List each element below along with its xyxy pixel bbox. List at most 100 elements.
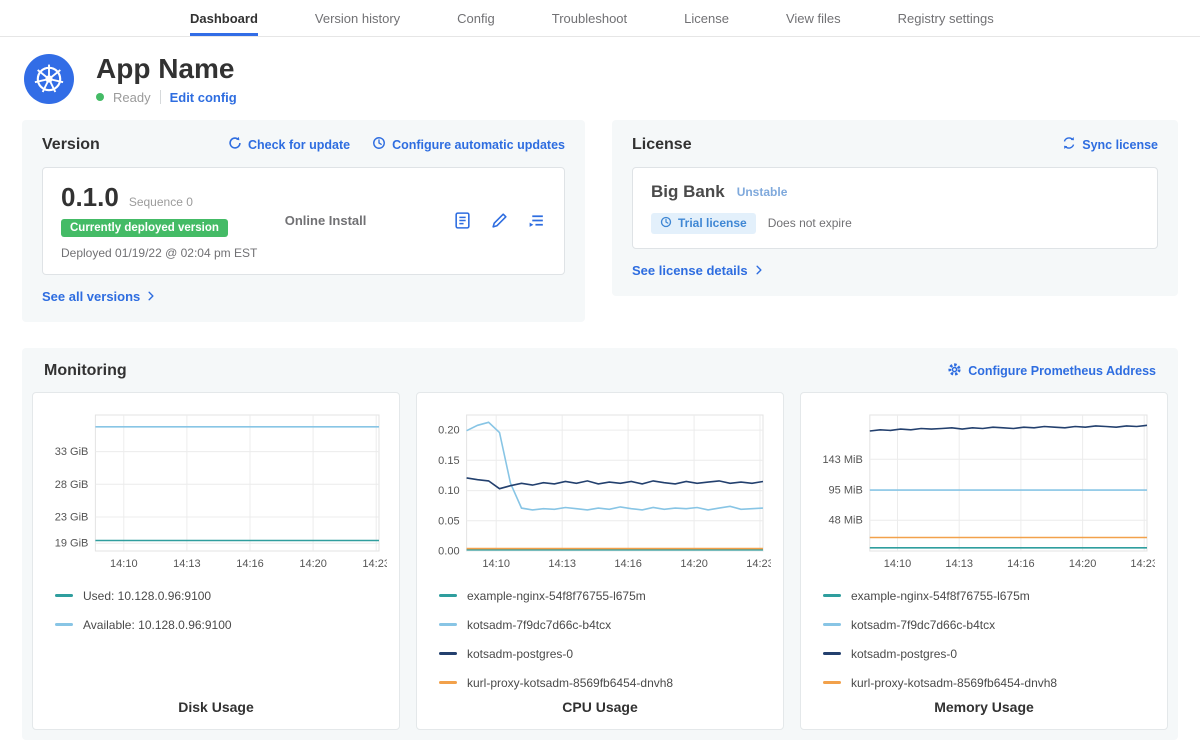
see-all-versions-link[interactable]: See all versions [42, 289, 156, 304]
legend-swatch [55, 594, 73, 597]
legend-label: kotsadm-postgres-0 [851, 647, 957, 661]
refresh-icon [228, 136, 242, 153]
legend-swatch [823, 681, 841, 684]
legend-label: kotsadm-7f9dc7d66c-b4tcx [467, 618, 611, 632]
trial-license-badge: Trial license [651, 213, 756, 234]
license-card: License Sync license Big Bank Unstable T… [612, 120, 1178, 296]
version-card: Version Check for update Configure autom… [22, 120, 585, 322]
tab-version-history[interactable]: Version history [315, 0, 400, 36]
see-license-details-link[interactable]: See license details [632, 263, 764, 278]
svg-text:14:16: 14:16 [1007, 558, 1035, 570]
monitoring-card: Monitoring Configure Prometheus Address … [22, 348, 1178, 740]
edit-version-config-icon[interactable] [490, 211, 509, 230]
svg-text:14:20: 14:20 [680, 558, 708, 570]
svg-text:19 GiB: 19 GiB [55, 537, 89, 549]
legend-item: kotsadm-7f9dc7d66c-b4tcx [439, 618, 771, 632]
chevron-right-icon [146, 289, 156, 304]
charts-row: 19 GiB23 GiB28 GiB33 GiB14:1014:1314:161… [32, 392, 1168, 730]
legend-swatch [823, 623, 841, 626]
chart-title: Disk Usage [45, 691, 387, 715]
version-number: 0.1.0 [61, 182, 119, 213]
tab-config[interactable]: Config [457, 0, 495, 36]
svg-text:0.10: 0.10 [438, 485, 459, 497]
tab-registry-settings[interactable]: Registry settings [898, 0, 994, 36]
svg-text:14:16: 14:16 [236, 558, 264, 570]
svg-text:14:23: 14:23 [1130, 558, 1155, 570]
svg-text:14:10: 14:10 [482, 558, 510, 570]
svg-text:14:13: 14:13 [548, 558, 576, 570]
configure-prometheus-link[interactable]: Configure Prometheus Address [947, 362, 1156, 380]
tab-dashboard[interactable]: Dashboard [190, 0, 258, 36]
status-dot [96, 93, 104, 101]
check-for-update-link[interactable]: Check for update [228, 136, 350, 153]
disk-usage-plot: 19 GiB23 GiB28 GiB33 GiB14:1014:1314:161… [45, 405, 387, 575]
tab-view-files[interactable]: View files [786, 0, 841, 36]
legend-swatch [439, 594, 457, 597]
deployed-badge: Currently deployed version [61, 219, 228, 237]
legend-swatch [439, 681, 457, 684]
legend-label: kotsadm-postgres-0 [467, 647, 573, 661]
status-text: Ready [113, 90, 151, 105]
auto-update-clock-icon [372, 136, 386, 153]
gear-icon [947, 362, 962, 380]
monitoring-title: Monitoring [44, 362, 127, 380]
app-header: App Name Ready Edit config [0, 37, 1200, 120]
legend-item: Used: 10.128.0.96:9100 [55, 589, 387, 603]
svg-text:28 GiB: 28 GiB [55, 479, 89, 491]
license-card-title: License [632, 136, 692, 154]
sequence-label: Sequence 0 [129, 195, 193, 209]
memory-usage-chart: 48 MiB95 MiB143 MiB14:1014:1314:1614:201… [800, 392, 1168, 730]
divider [160, 90, 161, 104]
edit-config-link[interactable]: Edit config [170, 90, 237, 105]
svg-text:143 MiB: 143 MiB [822, 454, 862, 466]
legend-item: kotsadm-postgres-0 [439, 647, 771, 661]
svg-text:0.15: 0.15 [438, 455, 459, 467]
clock-icon [660, 216, 672, 231]
svg-text:14:10: 14:10 [884, 558, 912, 570]
legend-label: example-nginx-54f8f76755-l675m [467, 589, 646, 603]
legend-item: example-nginx-54f8f76755-l675m [823, 589, 1155, 603]
configure-automatic-updates-link[interactable]: Configure automatic updates [372, 136, 565, 153]
svg-text:14:10: 14:10 [110, 558, 138, 570]
svg-text:14:16: 14:16 [614, 558, 642, 570]
deploy-logs-icon[interactable] [527, 211, 546, 230]
svg-text:0.00: 0.00 [438, 545, 459, 557]
svg-text:14:23: 14:23 [362, 558, 387, 570]
legend-swatch [439, 652, 457, 655]
cpu-usage-plot: 0.00 0.05 0.10 0.15 0.20 14:10 14:13 14:16 14:20… [429, 405, 771, 575]
legend-item: kurl-proxy-kotsadm-8569fb6454-dnvh8 [823, 676, 1155, 690]
memory-usage-legend: example-nginx-54f8f76755-l675m kotsadm-7f… [813, 589, 1155, 690]
cpu-usage-chart: 0.00 0.05 0.10 0.15 0.20 14:10 14:13 14:16 14:20… [416, 392, 784, 730]
install-type-label: Online Install [252, 213, 399, 228]
app-title: App Name [96, 54, 237, 85]
svg-text:23 GiB: 23 GiB [55, 511, 89, 523]
sync-license-link[interactable]: Sync license [1062, 136, 1158, 153]
legend-label: example-nginx-54f8f76755-l675m [851, 589, 1030, 603]
release-notes-icon[interactable] [453, 211, 472, 230]
deployed-timestamp: Deployed 01/19/22 @ 02:04 pm EST [61, 246, 252, 260]
svg-text:14:23: 14:23 [746, 558, 771, 570]
chevron-right-icon [754, 263, 764, 278]
legend-item: example-nginx-54f8f76755-l675m [439, 589, 771, 603]
svg-text:0.05: 0.05 [438, 515, 459, 527]
customer-name: Big Bank [651, 182, 725, 202]
cpu-usage-legend: example-nginx-54f8f76755-l675m kotsadm-7f… [429, 589, 771, 690]
cards-row: Version Check for update Configure autom… [0, 120, 1200, 322]
license-box: Big Bank Unstable Trial license Does not… [632, 167, 1158, 249]
tab-troubleshoot[interactable]: Troubleshoot [552, 0, 627, 36]
svg-text:14:13: 14:13 [173, 558, 201, 570]
tab-license[interactable]: License [684, 0, 729, 36]
svg-text:0.20: 0.20 [438, 424, 459, 436]
current-version-box: 0.1.0 Sequence 0 Currently deployed vers… [42, 167, 565, 275]
kots-admin-console: Dashboard Version history Config Trouble… [0, 0, 1200, 740]
svg-text:48 MiB: 48 MiB [829, 514, 863, 526]
legend-label: Used: 10.128.0.96:9100 [83, 589, 211, 603]
legend-item: kotsadm-7f9dc7d66c-b4tcx [823, 618, 1155, 632]
legend-swatch [823, 594, 841, 597]
license-expiration: Does not expire [768, 216, 852, 230]
svg-text:14:13: 14:13 [945, 558, 973, 570]
version-card-title: Version [42, 136, 100, 154]
disk-usage-chart: 19 GiB23 GiB28 GiB33 GiB14:1014:1314:161… [32, 392, 400, 730]
memory-usage-plot: 48 MiB95 MiB143 MiB14:1014:1314:1614:201… [813, 405, 1155, 575]
svg-text:14:20: 14:20 [1069, 558, 1097, 570]
